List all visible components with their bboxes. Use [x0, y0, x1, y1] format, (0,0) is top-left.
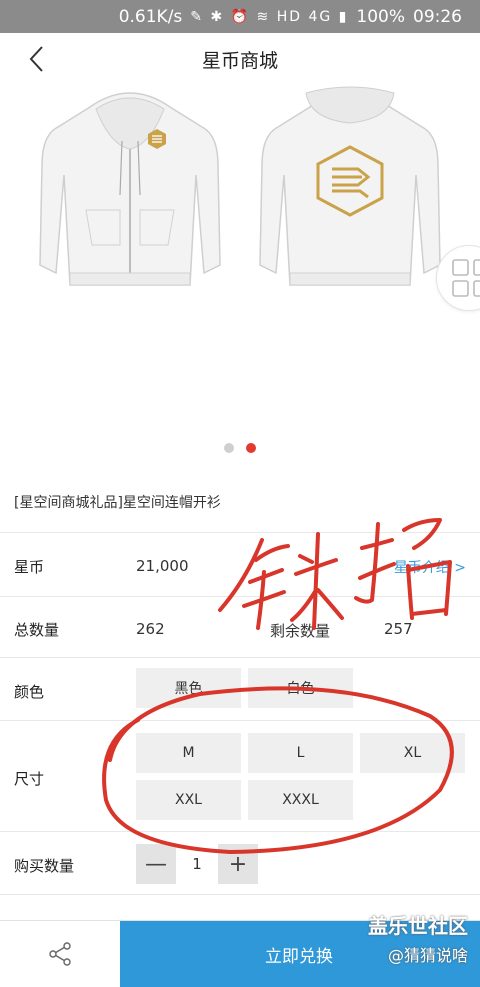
divider	[0, 894, 480, 895]
remaining-quantity-value: 257	[384, 620, 413, 638]
network-speed: 0.61K/s	[118, 6, 183, 27]
total-quantity-label: 总数量	[14, 621, 60, 639]
remaining-quantity-label: 剩余数量	[270, 622, 331, 640]
color-option-black[interactable]: 黑色	[136, 668, 241, 708]
page-dot-active[interactable]	[246, 443, 256, 453]
coins-label: 星币	[14, 558, 45, 576]
total-quantity-value: 262	[136, 620, 165, 638]
size-option-xxxl[interactable]: XXXL	[248, 780, 353, 820]
divider	[0, 831, 480, 832]
color-option-white[interactable]: 白色	[248, 668, 353, 708]
share-button[interactable]	[0, 921, 120, 987]
hoodie-front-image	[39, 92, 221, 286]
hoodie-back-image	[259, 86, 441, 286]
divider	[0, 596, 480, 597]
size-option-l[interactable]: L	[248, 733, 353, 773]
product-gallery[interactable]	[0, 85, 480, 460]
quantity-decrease-button[interactable]: —	[136, 844, 176, 884]
size-label: 尺寸	[14, 770, 45, 788]
divider	[0, 657, 480, 658]
clock: 09:26	[413, 6, 462, 27]
divider	[0, 532, 480, 533]
watermark-title: 盖乐世社区	[368, 914, 468, 938]
battery-level: 100%	[356, 6, 405, 27]
status-icons: ✎ ✱ ⏰ ≋ HD 4G ▮	[190, 8, 349, 25]
size-option-xl[interactable]: XL	[360, 733, 465, 773]
page-title: 星币商城	[201, 50, 278, 72]
size-option-m[interactable]: M	[136, 733, 241, 773]
divider	[0, 720, 480, 721]
product-name: [星空间商城礼品]星空间连帽开衫	[14, 495, 221, 511]
share-icon	[49, 942, 71, 966]
page-dot[interactable]	[224, 443, 234, 453]
size-option-xxl[interactable]: XXL	[136, 780, 241, 820]
color-label: 颜色	[14, 683, 45, 701]
status-bar: 0.61K/s ✎ ✱ ⏰ ≋ HD 4G ▮ 100% 09:26	[0, 0, 480, 33]
gallery-pagination	[0, 443, 480, 453]
purchase-quantity-label: 购买数量	[14, 857, 75, 875]
quantity-value[interactable]: 1	[176, 844, 218, 884]
app-header: 星币商城	[0, 33, 480, 85]
quantity-increase-button[interactable]: +	[218, 844, 258, 884]
watermark-user: @猜猜说啥	[387, 946, 468, 965]
coins-intro-link[interactable]: 星币介绍 >	[394, 557, 466, 577]
coins-value: 21,000	[136, 557, 189, 575]
grid-icon	[452, 259, 480, 297]
